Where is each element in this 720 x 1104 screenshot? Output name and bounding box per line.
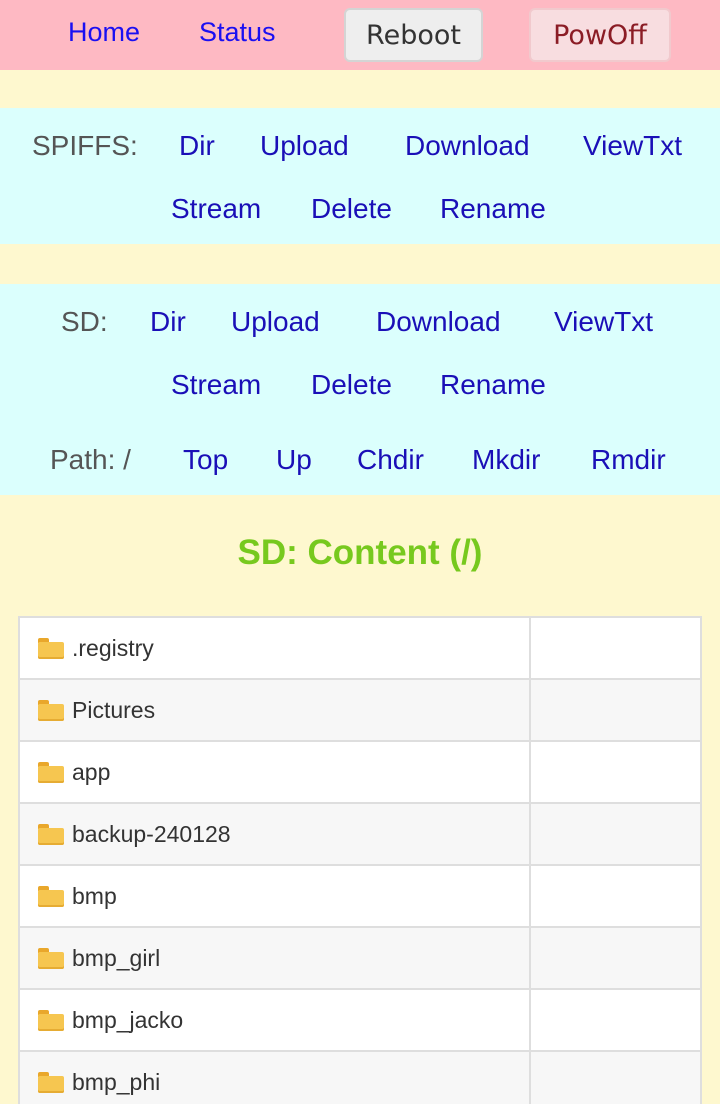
entry-name-cell[interactable]: backup-240128 <box>18 802 531 866</box>
folder-icon <box>38 699 64 721</box>
sd-panel: SD: Dir Upload Download ViewTxt Stream D… <box>0 284 720 495</box>
entry-name-cell[interactable]: app <box>18 740 531 804</box>
table-row[interactable]: bmp_phi <box>18 1050 703 1104</box>
spiffs-download-link[interactable]: Download <box>405 130 530 162</box>
entry-size-cell <box>528 740 703 804</box>
folder-icon <box>38 823 64 845</box>
table-row[interactable]: app <box>18 740 703 804</box>
table-row[interactable]: bmp_jacko <box>18 988 703 1052</box>
sd-delete-link[interactable]: Delete <box>311 369 392 401</box>
entry-name-cell[interactable]: .registry <box>18 616 531 680</box>
sd-upload-link[interactable]: Upload <box>231 306 320 338</box>
rmdir-link[interactable]: Rmdir <box>591 444 666 476</box>
sd-download-link[interactable]: Download <box>376 306 501 338</box>
table-row[interactable]: bmp_girl <box>18 926 703 990</box>
folder-icon <box>38 761 64 783</box>
entry-name[interactable]: app <box>72 759 110 785</box>
up-link[interactable]: Up <box>276 444 312 476</box>
spiffs-label: SPIFFS: <box>32 130 138 161</box>
folder-icon <box>38 885 64 907</box>
sd-dir-link[interactable]: Dir <box>150 306 186 338</box>
entry-name-cell[interactable]: bmp_girl <box>18 926 531 990</box>
reboot-button[interactable]: Reboot <box>344 8 483 62</box>
spiffs-dir-link[interactable]: Dir <box>179 130 215 162</box>
sd-label: SD: <box>61 306 108 337</box>
spiffs-stream-link[interactable]: Stream <box>171 193 261 225</box>
top-nav-bar: Home Status Reboot PowOff <box>0 0 720 70</box>
entry-name[interactable]: bmp <box>72 883 117 909</box>
table-row[interactable]: Pictures <box>18 678 703 742</box>
table-row[interactable]: bmp <box>18 864 703 928</box>
mkdir-link[interactable]: Mkdir <box>472 444 540 476</box>
entry-size-cell <box>528 616 703 680</box>
table-row[interactable]: .registry <box>18 616 703 680</box>
entry-size-cell <box>528 1050 703 1104</box>
sd-viewtxt-link[interactable]: ViewTxt <box>554 306 653 338</box>
folder-icon <box>38 1009 64 1031</box>
entry-size-cell <box>528 926 703 990</box>
spiffs-upload-link[interactable]: Upload <box>260 130 349 162</box>
entry-name[interactable]: bmp_phi <box>72 1069 160 1095</box>
entry-size-cell <box>528 678 703 742</box>
entry-size-cell <box>528 988 703 1052</box>
folder-icon <box>38 1071 64 1093</box>
entry-size-cell <box>528 802 703 866</box>
spiffs-viewtxt-link[interactable]: ViewTxt <box>583 130 682 162</box>
folder-icon <box>38 637 64 659</box>
spiffs-rename-link[interactable]: Rename <box>440 193 546 225</box>
table-row[interactable]: backup-240128 <box>18 802 703 866</box>
entry-size-cell <box>528 864 703 928</box>
sd-rename-link[interactable]: Rename <box>440 369 546 401</box>
directory-table: .registry Pictures app backup-240128 bmp bmp_… <box>18 616 703 1104</box>
power-off-button[interactable]: PowOff <box>529 8 671 62</box>
home-link[interactable]: Home <box>68 17 140 48</box>
entry-name-cell[interactable]: bmp_phi <box>18 1050 531 1104</box>
entry-name[interactable]: bmp_girl <box>72 945 160 971</box>
entry-name-cell[interactable]: bmp <box>18 864 531 928</box>
entry-name-cell[interactable]: Pictures <box>18 678 531 742</box>
sd-stream-link[interactable]: Stream <box>171 369 261 401</box>
entry-name-cell[interactable]: bmp_jacko <box>18 988 531 1052</box>
content-heading: SD: Content (/) <box>237 533 483 572</box>
spiffs-delete-link[interactable]: Delete <box>311 193 392 225</box>
status-link[interactable]: Status <box>199 17 276 48</box>
entry-name[interactable]: backup-240128 <box>72 821 231 847</box>
spiffs-panel: SPIFFS: Dir Upload Download ViewTxt Stre… <box>0 108 720 244</box>
chdir-link[interactable]: Chdir <box>357 444 424 476</box>
entry-name[interactable]: .registry <box>72 635 154 661</box>
entry-name[interactable]: bmp_jacko <box>72 1007 183 1033</box>
folder-icon <box>38 947 64 969</box>
entry-name[interactable]: Pictures <box>72 697 155 723</box>
path-label: Path: / <box>50 444 131 475</box>
top-link[interactable]: Top <box>183 444 228 476</box>
